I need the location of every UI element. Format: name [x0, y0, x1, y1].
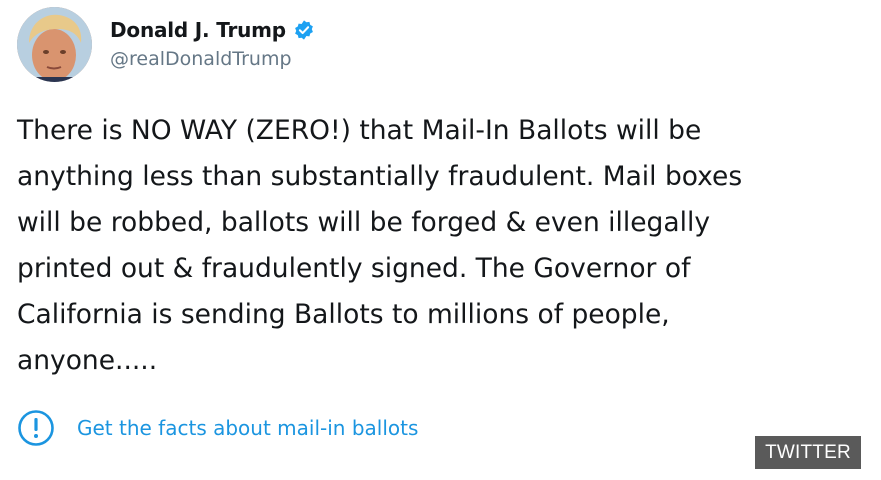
fact-check-link[interactable]: Get the facts about mail-in ballots: [17, 408, 418, 448]
tweet-text: There is NO WAY (ZERO!) that Mail-In Bal…: [17, 108, 867, 384]
tweet-text-line: California is sending Ballots to million…: [17, 299, 670, 330]
avatar-photo-icon: [17, 7, 92, 82]
tweet-text-line: anyone.....: [17, 345, 158, 376]
tweet-text-line: There is NO WAY (ZERO!) that Mail-In Bal…: [17, 115, 702, 146]
verified-badge-icon: [293, 19, 315, 41]
tweet-card: Donald J. Trump @realDonaldTrump There i…: [0, 0, 881, 480]
tweet-text-line: anything less than substantially fraudul…: [17, 161, 743, 192]
fact-check-label: Get the facts about mail-in ballots: [77, 416, 419, 440]
tweet-text-line: printed out & fraudulently signed. The G…: [17, 253, 691, 284]
author-row: Donald J. Trump: [110, 16, 315, 44]
avatar[interactable]: [17, 7, 92, 82]
display-name[interactable]: Donald J. Trump: [110, 18, 286, 42]
info-exclamation-icon: [17, 409, 55, 447]
tweet-text-line: will be robbed, ballots will be forged &…: [17, 207, 711, 238]
source-watermark: TWITTER: [755, 436, 861, 469]
author-handle[interactable]: @realDonaldTrump: [110, 48, 292, 70]
